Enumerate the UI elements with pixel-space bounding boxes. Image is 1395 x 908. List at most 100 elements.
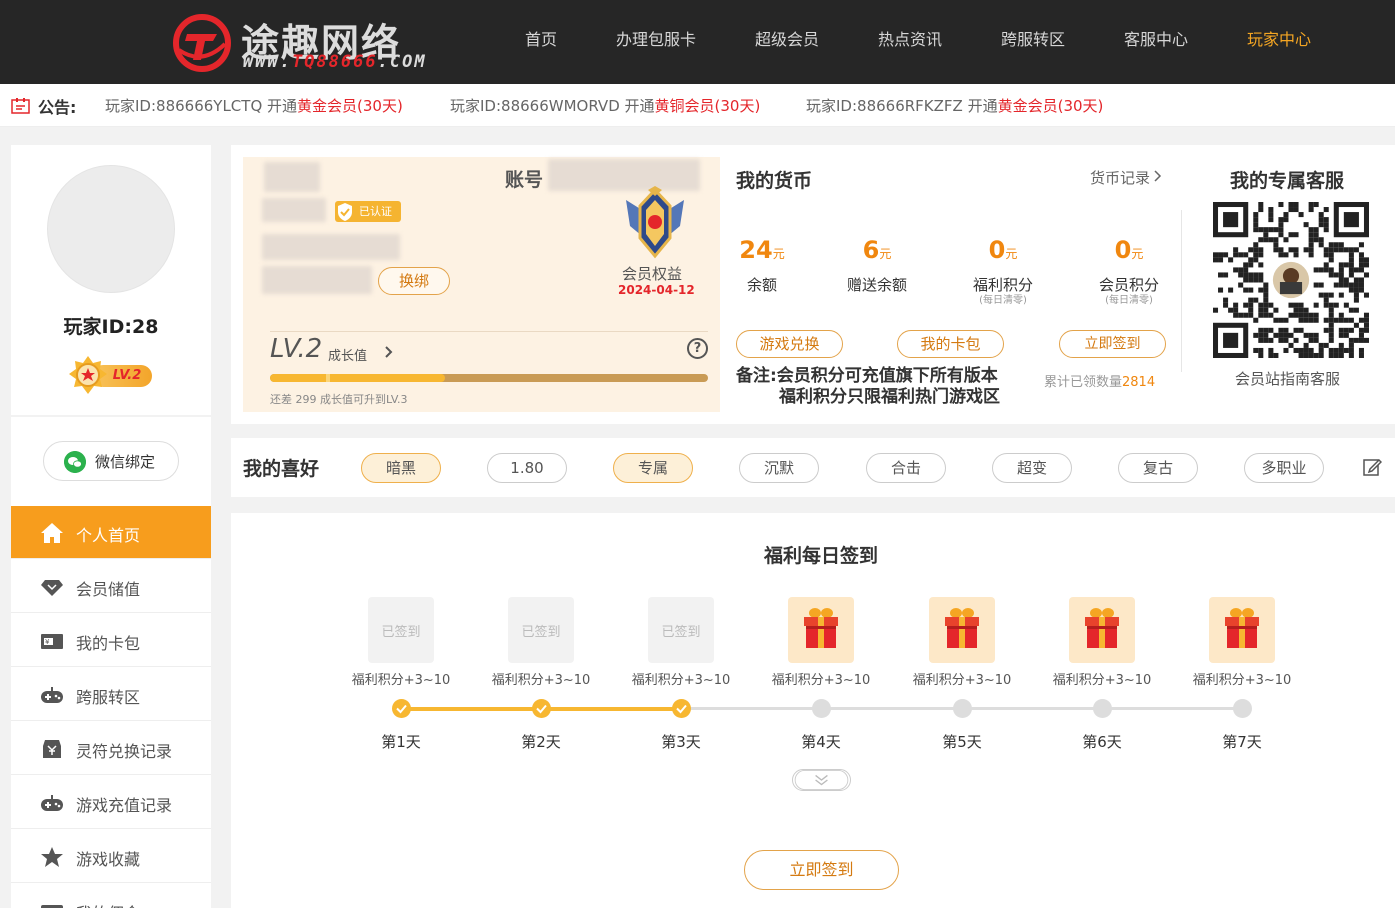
nav-news[interactable]: 热点资讯 [878, 0, 942, 84]
preference-tag-silent[interactable]: 沉默 [739, 453, 819, 483]
avatar[interactable] [47, 165, 175, 293]
signin-day-label: 第5天 [942, 733, 982, 751]
announcement-item-tier: 黄金会员(30天) [297, 97, 403, 115]
member-rights-label: 会员权益 [622, 265, 683, 283]
star-icon [41, 847, 63, 867]
signin-check-icon [392, 699, 411, 718]
wallet-icon [41, 905, 63, 908]
sidebar-item-card-wallet[interactable]: ¥ 我的卡包 [11, 614, 211, 667]
sidebar-item-server-transfer[interactable]: 跨服转区 [11, 668, 211, 721]
level-badge: LV.2 [68, 355, 154, 395]
member-points-note: (每日清零) [1105, 295, 1153, 306]
nav-super-member[interactable]: 超级会员 [755, 0, 819, 84]
level-text: LV.2 [270, 334, 323, 364]
welfare-points-unit: 元 [1005, 247, 1018, 261]
preference-tag-dark[interactable]: 暗黑 [361, 453, 441, 483]
announcement-item-text: 玩家ID:88666RFKZFZ 开通 [806, 97, 998, 115]
site-logo[interactable]: 途趣网络 WWW.TQ88666.COM [173, 10, 453, 74]
preference-tag-retro[interactable]: 复古 [1118, 453, 1198, 483]
announcement-bar: 公告: 玩家ID:886666YLCTQ 开通黄金会员(30天) 玩家ID:88… [0, 84, 1395, 127]
sidebar-item-favorites[interactable]: 游戏收藏 [11, 830, 211, 883]
game-exchange-button[interactable]: 游戏兑换 [736, 330, 843, 358]
growth-progress-bar [270, 374, 708, 382]
signin-day-reward: 福利积分+3~10 [1192, 673, 1292, 688]
signin-check-icon [532, 699, 551, 718]
sidebar-item-exchange-records[interactable]: 灵符兑换记录 [11, 722, 211, 775]
gift-icon [1085, 608, 1119, 648]
nav-server-card[interactable]: 办理包服卡 [616, 0, 696, 84]
sidebar-item-commission[interactable]: 我的佣金 [11, 884, 211, 908]
member-points-unit: 元 [1131, 247, 1144, 261]
currency-record-label: 货币记录 [1090, 169, 1151, 187]
gift-icon [804, 608, 838, 648]
signin-day-gift-box[interactable] [1069, 597, 1135, 663]
signin-day-label: 第4天 [801, 733, 841, 751]
signin-day-done-box[interactable]: 已签到 [648, 597, 714, 663]
sidebar-item-label: 我的卡包 [76, 634, 141, 653]
preference-tag-exclusive[interactable]: 专属 [613, 453, 693, 483]
chevron-right-icon [1154, 170, 1162, 182]
growth-value-link[interactable]: 成长值 [328, 345, 367, 364]
currency-remark: 备注:会员积分可充值旗下所有版本 福利积分只限福利热门游戏区 [736, 366, 1000, 408]
signin-day-label: 第1天 [381, 733, 421, 751]
signin-count-value: 2814 [1122, 375, 1156, 390]
blurred-info [262, 234, 400, 260]
sidebar-item-recharge-records[interactable]: 游戏充值记录 [11, 776, 211, 829]
member-points-number: 0 [1114, 236, 1132, 264]
signin-button[interactable]: 立即签到 [744, 850, 899, 890]
currency-record-link[interactable]: 货币记录 [1090, 167, 1162, 188]
sidebar-item-label: 游戏收藏 [76, 850, 141, 869]
signin-day-label: 第3天 [661, 733, 701, 751]
balance-label: 余额 [746, 276, 777, 294]
nav-player-center[interactable]: 玩家中心 [1247, 0, 1311, 84]
vertical-divider [1181, 210, 1182, 372]
announcement-item-text: 玩家ID:886666YLCTQ 开通 [105, 97, 298, 115]
preference-tag-combo[interactable]: 合击 [866, 453, 946, 483]
announcement-item-tier: 黄铜会员(30天) [654, 97, 761, 115]
diamond-icon [41, 580, 63, 596]
announcement-label: 公告: [38, 98, 77, 117]
card-divider [270, 331, 708, 332]
quick-signin-button[interactable]: 立即签到 [1059, 330, 1166, 358]
member-points-value: 0元 [1089, 236, 1169, 264]
signin-pending-dot [1093, 699, 1112, 718]
nav-home[interactable]: 首页 [525, 0, 557, 84]
growth-progress-fill [270, 374, 446, 382]
preference-tag-super[interactable]: 超变 [992, 453, 1072, 483]
help-icon[interactable]: ? [687, 338, 708, 359]
qr-code-icon [1213, 202, 1369, 358]
signin-day-reward: 福利积分+3~10 [631, 673, 731, 688]
wechat-bind-label: 微信绑定 [95, 453, 156, 471]
account-label: 账号 [505, 169, 544, 191]
nav-server-transfer[interactable]: 跨服转区 [1001, 0, 1065, 84]
nav-customer-service[interactable]: 客服中心 [1124, 0, 1188, 84]
my-cards-button[interactable]: 我的卡包 [897, 330, 1004, 358]
verified-badge: 已认证 [335, 201, 401, 222]
edit-icon[interactable] [1362, 457, 1382, 477]
signin-day-reward: 福利积分+3~10 [771, 673, 871, 688]
signin-pending-dot [812, 699, 831, 718]
signin-count-label: 累计已领数量 [1044, 375, 1123, 390]
member-rights-date: 2024-04-12 [618, 283, 695, 297]
verified-label: 已认证 [359, 205, 392, 218]
signin-day-done-box[interactable]: 已签到 [508, 597, 574, 663]
sidebar-item-label: 我的佣金 [76, 900, 140, 908]
expand-button[interactable] [792, 769, 851, 791]
bonus-balance-value: 6元 [837, 236, 917, 264]
preference-tag-180[interactable]: 1.80 [487, 453, 567, 483]
wechat-bind-button[interactable]: 微信绑定 [43, 441, 179, 481]
balance-unit: 元 [772, 247, 785, 261]
rebind-button[interactable]: 换绑 [378, 267, 450, 295]
logo-url-suffix: .COM [377, 52, 427, 72]
signin-day-gift-box[interactable] [788, 597, 854, 663]
signin-day-done-box[interactable]: 已签到 [368, 597, 434, 663]
signin-day-gift-box[interactable] [1209, 597, 1275, 663]
announcement-item-text: 玩家ID:88666WMORVD 开通 [450, 97, 655, 115]
shield-check-icon [338, 203, 352, 221]
logo-emblem-icon [173, 14, 231, 72]
gift-icon [945, 608, 979, 648]
preferences-title: 我的喜好 [243, 458, 320, 480]
rank-emblem-icon [626, 186, 684, 259]
signin-day-gift-box[interactable] [929, 597, 995, 663]
preference-tag-multi-class[interactable]: 多职业 [1244, 453, 1324, 483]
